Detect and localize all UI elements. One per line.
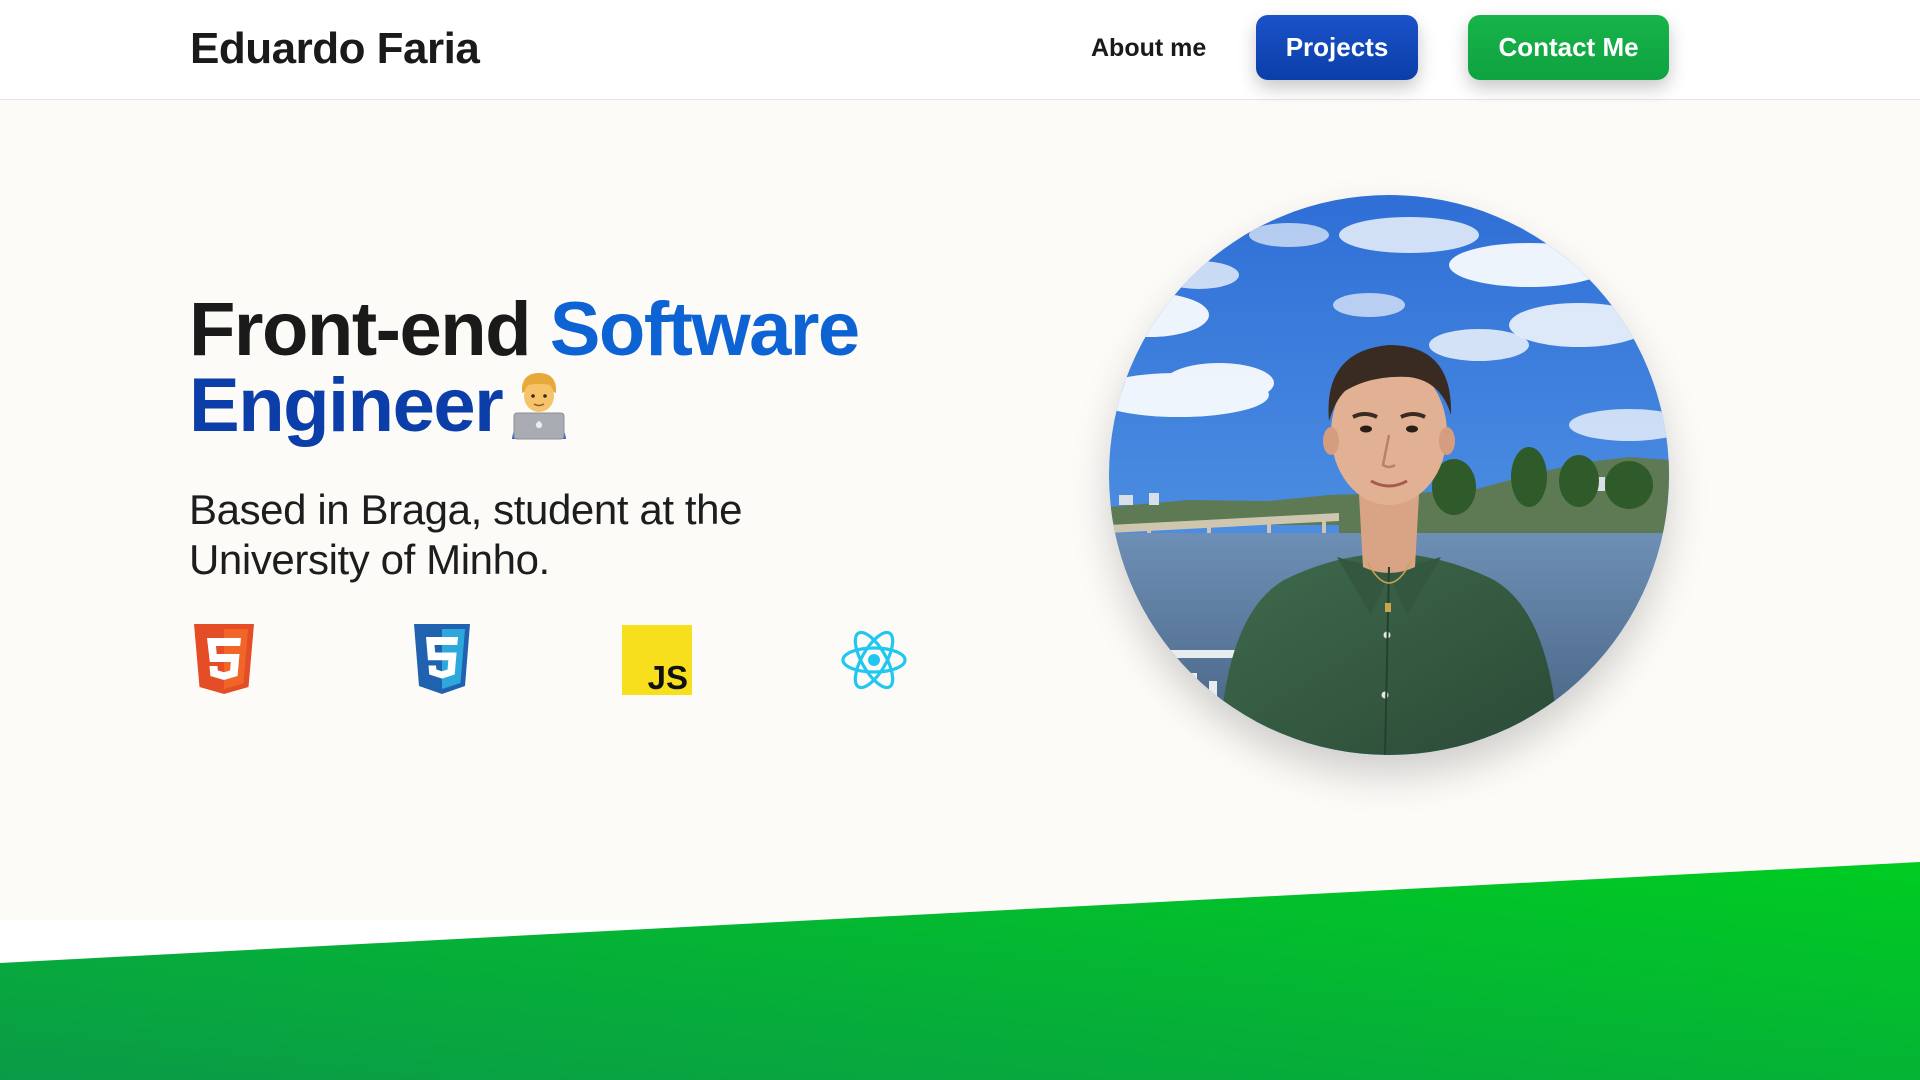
- css3-icon: [412, 624, 472, 696]
- brand-logo[interactable]: Eduardo Faria: [190, 24, 480, 74]
- site-header: Eduardo Faria About me Projects Contact …: [0, 0, 1920, 100]
- headline-software: Software: [549, 287, 860, 372]
- profile-photo: [1109, 195, 1669, 755]
- react-icon: [840, 628, 908, 700]
- svg-text:JS: JS: [648, 659, 688, 695]
- contact-button[interactable]: Contact Me: [1468, 15, 1669, 80]
- bottom-green-band: [0, 860, 1920, 1080]
- hero-headline: Front-end Software Engineer: [189, 292, 860, 444]
- man-technologist-emoji-icon: [506, 369, 572, 441]
- nav-about-link[interactable]: About me: [1091, 34, 1206, 63]
- projects-button[interactable]: Projects: [1256, 15, 1418, 80]
- hero-subtitle: Based in Braga, student at the Universit…: [189, 486, 743, 583]
- javascript-icon: JS: [622, 625, 692, 697]
- headline-engineer: Engineer: [189, 363, 504, 448]
- html5-icon: [192, 624, 256, 696]
- headline-front-end: Front-end: [189, 287, 532, 372]
